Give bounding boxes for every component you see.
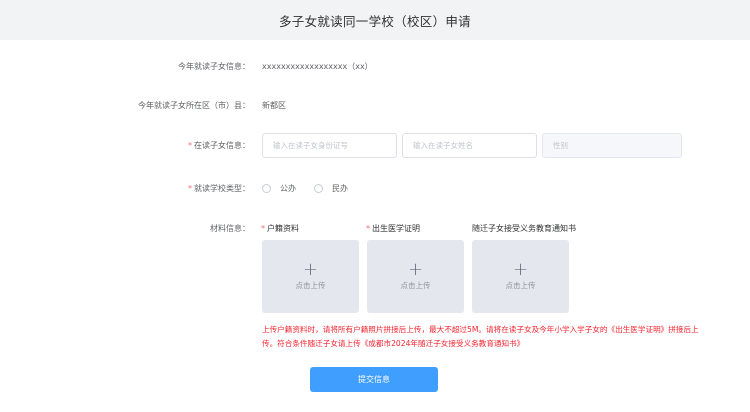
- child-info-label: 今年就读子女信息：: [178, 62, 250, 71]
- school-type-label-text: 就读学校类型：: [194, 184, 250, 193]
- radio-private-label: 民办: [332, 184, 348, 193]
- school-type-label: * 就读学校类型：: [188, 183, 250, 194]
- child-district-label: 今年就读子女所在区（市）县：: [138, 101, 250, 110]
- upload-notice-button[interactable]: + 点击上传: [472, 240, 569, 313]
- upload-text: 点击上传: [400, 281, 431, 290]
- upload-label-birth-cert-text: 出生医学证明: [372, 224, 420, 233]
- radio-public-label: 公办: [280, 184, 296, 193]
- student-info-label: * 在读子女信息：: [188, 140, 250, 151]
- page-header: 多子女就读同一学校（校区）申请: [0, 0, 750, 40]
- plus-icon: +: [302, 259, 319, 280]
- materials-label: 材料信息：: [210, 224, 250, 233]
- upload-label-notice: 随迁子女接受义务教育通知书: [472, 224, 576, 233]
- student-info-label-text: 在读子女信息：: [194, 141, 250, 150]
- upload-hukou-button[interactable]: + 点击上传: [262, 240, 359, 313]
- upload-label-hukou: * 户籍资料: [261, 223, 299, 234]
- required-mark: *: [188, 184, 192, 193]
- student-id-input[interactable]: 输入在读子女身份证号: [262, 133, 397, 158]
- required-mark: *: [261, 224, 265, 233]
- plus-icon: +: [512, 259, 529, 280]
- upload-label-hukou-text: 户籍资料: [267, 224, 299, 233]
- child-info-value: xxxxxxxxxxxxxxxxxx（xx）: [262, 62, 373, 71]
- plus-icon: +: [407, 259, 424, 280]
- submit-button[interactable]: 提交信息: [310, 367, 438, 392]
- required-mark: *: [188, 141, 192, 150]
- student-name-input[interactable]: 输入在读子女姓名: [402, 133, 537, 158]
- upload-birth-cert-button[interactable]: + 点击上传: [367, 240, 464, 313]
- gender-field: 性别: [542, 133, 682, 158]
- upload-label-birth-cert: * 出生医学证明: [366, 223, 420, 234]
- upload-text: 点击上传: [505, 281, 536, 290]
- radio-public[interactable]: 公办: [262, 183, 296, 194]
- child-district-value: 新都区: [262, 101, 286, 110]
- required-mark: *: [366, 224, 370, 233]
- radio-circle[interactable]: [262, 184, 271, 193]
- radio-circle[interactable]: [314, 184, 323, 193]
- upload-text: 点击上传: [295, 281, 326, 290]
- radio-private[interactable]: 民办: [314, 183, 348, 194]
- page-title: 多子女就读同一学校（校区）申请: [278, 13, 471, 29]
- upload-notice-text: 上传户籍资料时，请将所有户籍照片拼接后上传，最大不超过5M。请将在读子女及今年小…: [262, 325, 699, 348]
